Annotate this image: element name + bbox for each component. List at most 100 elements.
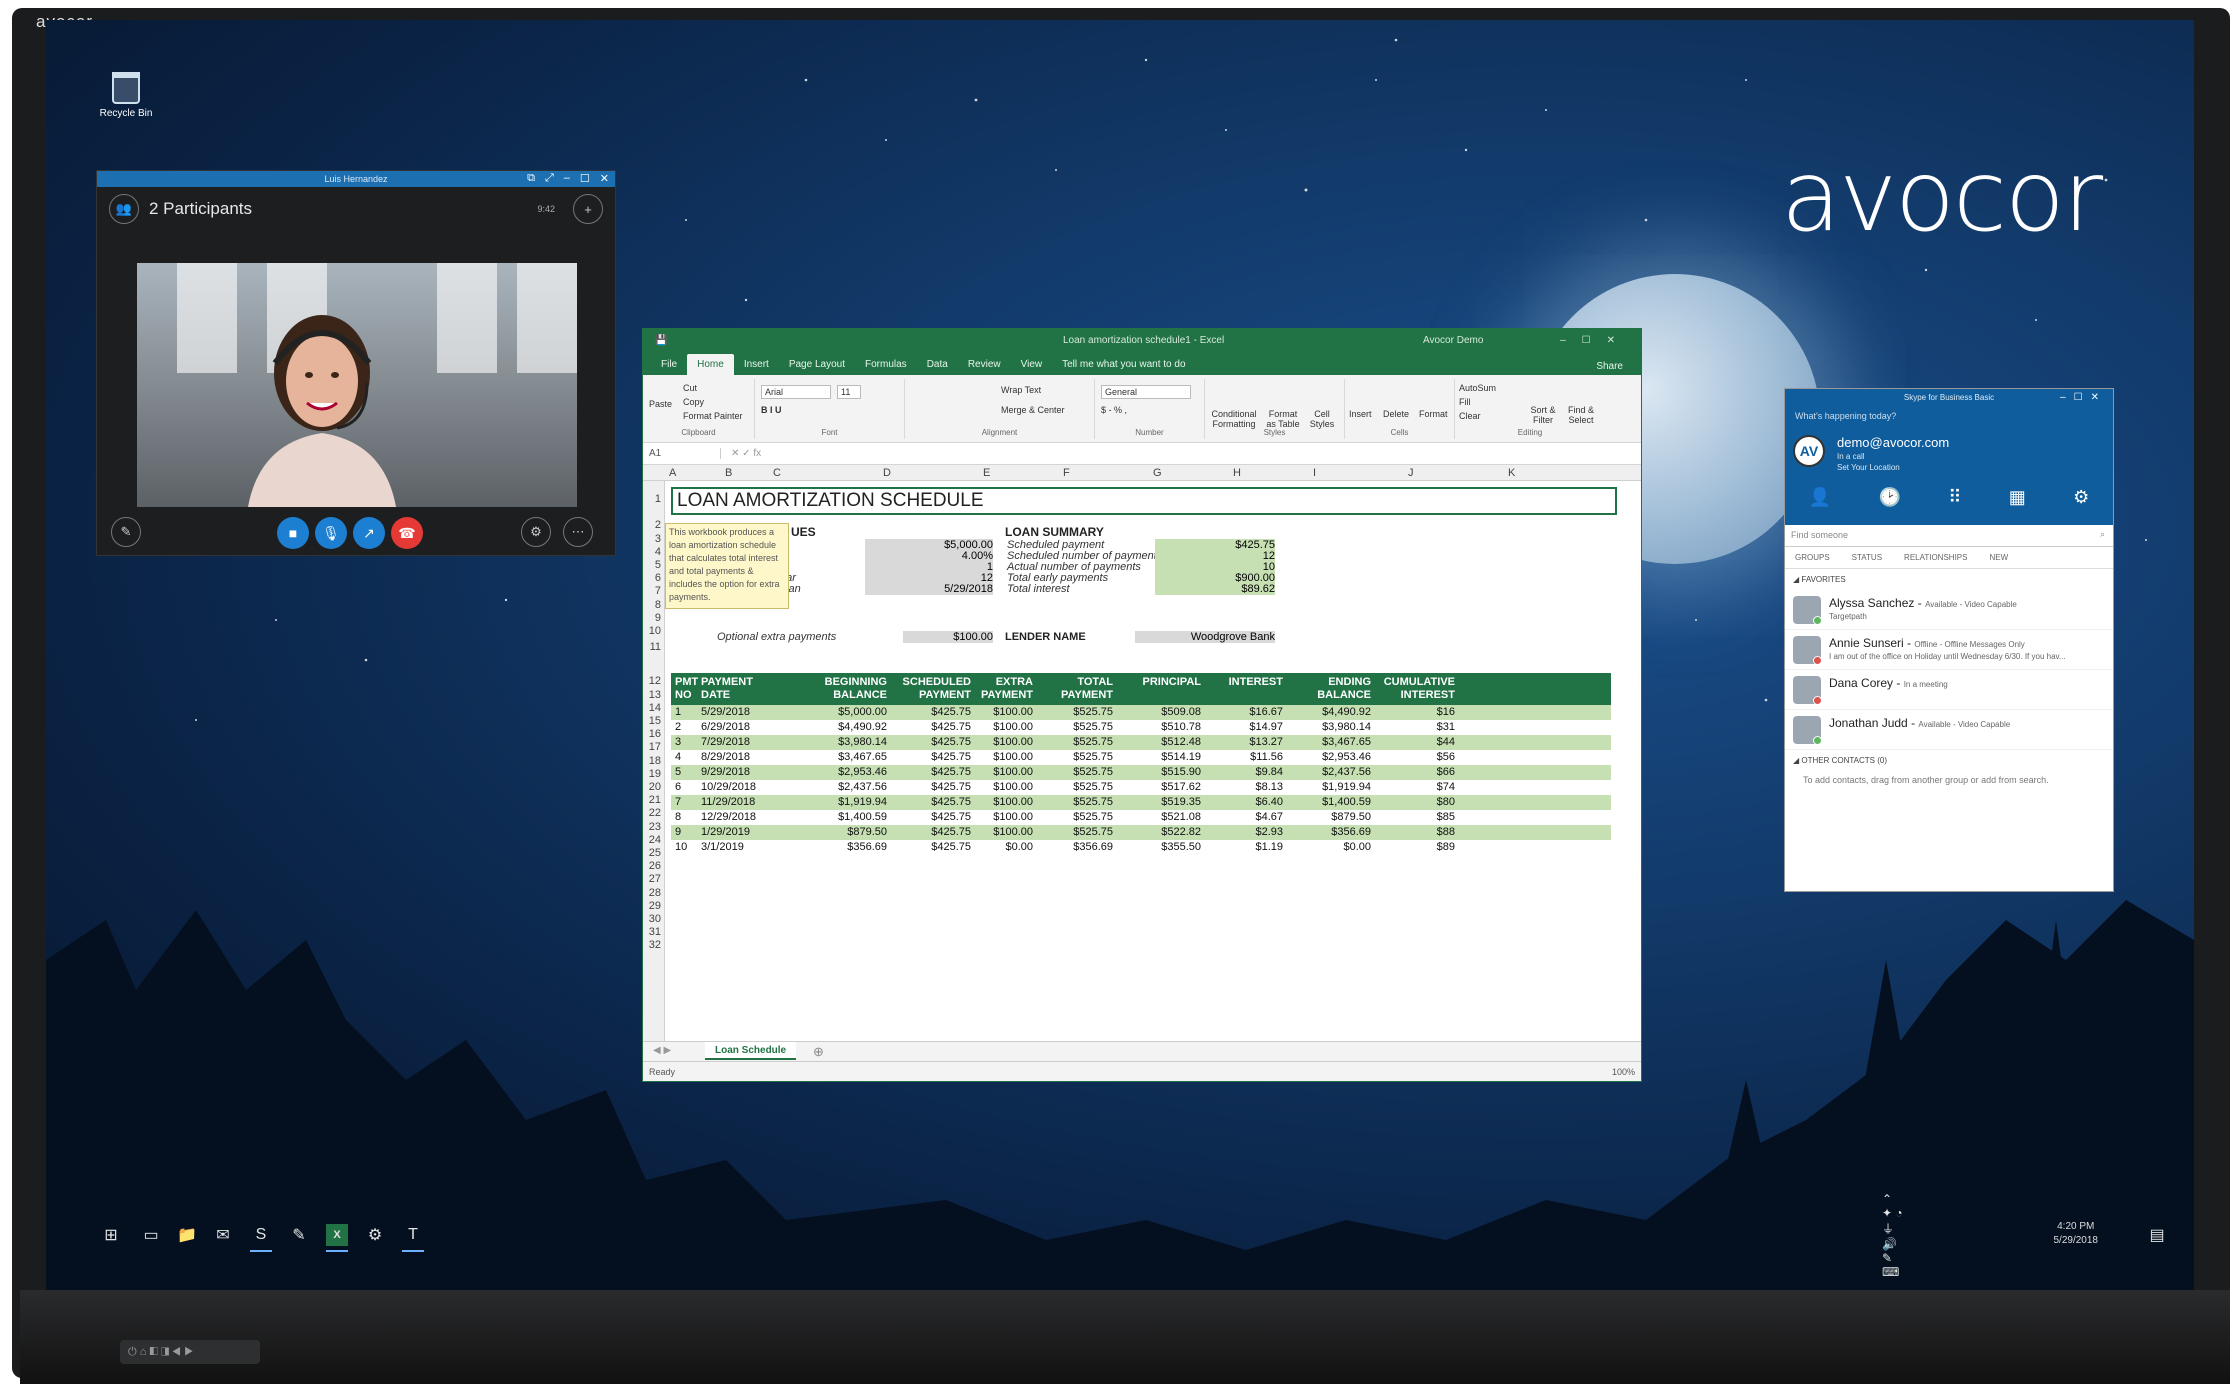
name-box[interactable]: A1 [643,448,721,459]
list-item[interactable]: Alyssa Sanchez - Available - Video Capab… [1785,590,2113,630]
format-table-button[interactable]: Format as Table [1263,409,1303,429]
tab-review[interactable]: Review [958,354,1011,375]
tab-relationships[interactable]: RELATIONSHIPS [1904,553,1967,562]
popout-icon[interactable]: ⧉ [527,172,535,185]
format-button[interactable]: Format [1419,409,1448,419]
find-select-button[interactable]: Find & Select [1561,405,1601,425]
worksheet[interactable]: LOAN AMORTIZATION SCHEDULE UES $5,000.00… [665,481,1641,1041]
format-painter-button[interactable]: Format Painter [683,411,743,421]
share-button[interactable]: ↗ [353,517,385,549]
summary-value[interactable]: $89.62 [1155,583,1275,595]
table-row[interactable]: 6 10/29/2018 $2,437.56 $425.75 $100.00 $525.7… [671,780,1611,795]
value-cell[interactable]: 5/29/2018 [865,583,993,595]
table-row[interactable]: 8 12/29/2018 $1,400.59 $425.75 $100.00 $525.7… [671,810,1611,825]
autosum-button[interactable]: AutoSum [1459,383,1496,393]
list-item[interactable]: Annie Sunseri - Offline - Offline Messag… [1785,630,2113,670]
tab-status[interactable]: STATUS [1852,553,1882,562]
cell-styles-button[interactable]: Cell Styles [1305,409,1339,429]
tab-page-layout[interactable]: Page Layout [779,354,855,375]
currency-percent[interactable]: $ - % , [1101,405,1127,415]
wrap-text-button[interactable]: Wrap Text [1001,385,1041,395]
zoom-level[interactable]: 100% [1612,1067,1635,1077]
table-row[interactable]: 4 8/29/2018 $3,467.65 $425.75 $100.00 $525.75… [671,750,1611,765]
maximize-icon[interactable]: ☐ [580,172,590,185]
history-icon[interactable]: 🕑 [1878,487,1900,508]
minimize-icon[interactable]: – [564,172,570,185]
table-row[interactable]: 10 3/1/2019 $356.69 $425.75 $0.00 $356.69 $355… [671,840,1611,855]
clock[interactable]: 4:20 PM 5/29/2018 [2054,1220,2099,1248]
skype-icon[interactable]: S [250,1224,272,1252]
favorites-group[interactable]: ◢ FAVORITES [1785,569,2113,590]
recycle-bin[interactable]: Recycle Bin [91,72,161,119]
list-item[interactable]: Jonathan Judd - Available - Video Capabl… [1785,710,2113,750]
table-row[interactable]: 2 6/29/2018 $4,490.92 $425.75 $100.00 $525.75… [671,720,1611,735]
sheet-nav-icon[interactable]: ◀ ▶ [653,1045,671,1056]
excel-icon[interactable]: X [326,1224,348,1252]
tray-icons[interactable]: ⌃ ✦ ◔ ⏚ 🔊 ✎ ⌨ [1882,1192,1904,1279]
teams-icon[interactable]: T [402,1224,424,1252]
list-item[interactable]: Dana Corey - In a meeting [1785,670,2113,710]
gear-icon[interactable]: ⚙ [364,1224,386,1246]
sfb-presence[interactable]: In a call [1837,451,1900,462]
notifications-icon[interactable]: ▤ [2146,1224,2168,1246]
save-icon[interactable]: 💾 [655,335,667,346]
sfb-prompt[interactable]: What's happening today? [1795,411,2103,421]
fill-button[interactable]: Fill [1459,397,1471,407]
share-button[interactable]: Share [1586,356,1633,377]
hardware-buttons[interactable]: ⏻ ⌂ ◧ ◨ ◀ ▶ [120,1340,260,1364]
tab-new[interactable]: NEW [1989,553,2008,562]
participants-icon[interactable]: 👥 [109,194,139,224]
video-button[interactable]: ■ [277,517,309,549]
cut-button[interactable]: Cut [683,383,697,393]
clear-button[interactable]: Clear [1459,411,1481,421]
mail-icon[interactable]: ✉ [212,1224,234,1246]
tab-groups[interactable]: GROUPS [1795,553,1830,562]
merge-center-button[interactable]: Merge & Center [1001,405,1065,415]
settings-icon[interactable]: ⚙ [2073,487,2089,508]
table-row[interactable]: 5 9/29/2018 $2,953.46 $425.75 $100.00 $525.75… [671,765,1611,780]
sfb-location[interactable]: Set Your Location [1837,462,1900,473]
hangup-button[interactable]: ☎ [391,517,423,549]
sfb-window-controls[interactable]: –☐✕ [2060,392,2107,403]
table-row[interactable]: 9 1/29/2019 $879.50 $425.75 $100.00 $525.75 $5… [671,825,1611,840]
more-icon[interactable]: ⋯ [563,517,593,547]
devices-icon[interactable]: ⚙ [521,517,551,547]
bold-italic-underline[interactable]: B I U [761,405,782,415]
number-format-select[interactable]: General [1101,385,1191,399]
fullscreen-icon[interactable]: ⤢ [545,172,554,185]
sfb-substatus[interactable]: In a call Set Your Location [1837,451,1900,473]
font-name-select[interactable]: Arial [761,385,831,399]
paste-button[interactable]: Paste [649,399,672,409]
add-participant-icon[interactable]: + [573,194,603,224]
conditional-formatting-button[interactable]: Conditional Formatting [1209,409,1259,429]
other-contacts-group[interactable]: ◢ OTHER CONTACTS (0) [1785,750,2113,771]
tell-me-box[interactable]: Tell me what you want to do [1052,354,1195,375]
sort-filter-button[interactable]: Sort & Filter [1525,405,1561,425]
whiteboard-icon[interactable]: ✎ [288,1224,310,1246]
table-row[interactable]: 3 7/29/2018 $3,980.14 $425.75 $100.00 $525.75… [671,735,1611,750]
add-sheet-icon[interactable]: ⊕ [813,1044,824,1060]
font-size-select[interactable]: 11 [837,385,861,399]
table-row[interactable]: 7 11/29/2018 $1,919.94 $425.75 $100.00 $525.7… [671,795,1611,810]
mic-button[interactable]: 🎙 [315,517,347,549]
tab-home[interactable]: Home [687,354,734,375]
contact-search[interactable]: Find someone ⌕ [1785,525,2113,547]
contacts-icon[interactable]: 👤 [1809,487,1831,508]
table-row[interactable]: 1 5/29/2018 $5,000.00 $425.75 $100.00 $525.75… [671,705,1611,720]
start-icon[interactable]: ⊞ [100,1224,122,1246]
close-icon[interactable]: ✕ [600,172,609,185]
tab-view[interactable]: View [1011,354,1053,375]
file-explorer-icon[interactable]: 📁 [176,1224,198,1246]
tab-data[interactable]: Data [917,354,958,375]
insert-button[interactable]: Insert [1349,409,1372,419]
contact-search-input[interactable]: Find someone [1791,530,1848,540]
copy-button[interactable]: Copy [683,397,704,407]
avatar[interactable]: AV [1793,435,1825,467]
dialpad-icon[interactable]: ⠿ [1948,487,1961,508]
chat-icon[interactable]: ✎ [111,517,141,547]
tab-file[interactable]: File [651,354,687,375]
task-view-icon[interactable]: ▭ [140,1224,162,1246]
fx-icon[interactable]: ✕ ✓ fx [721,448,761,459]
window-controls[interactable]: –☐✕ [1560,335,1631,346]
sheet-tab-loan-schedule[interactable]: Loan Schedule [705,1042,797,1060]
